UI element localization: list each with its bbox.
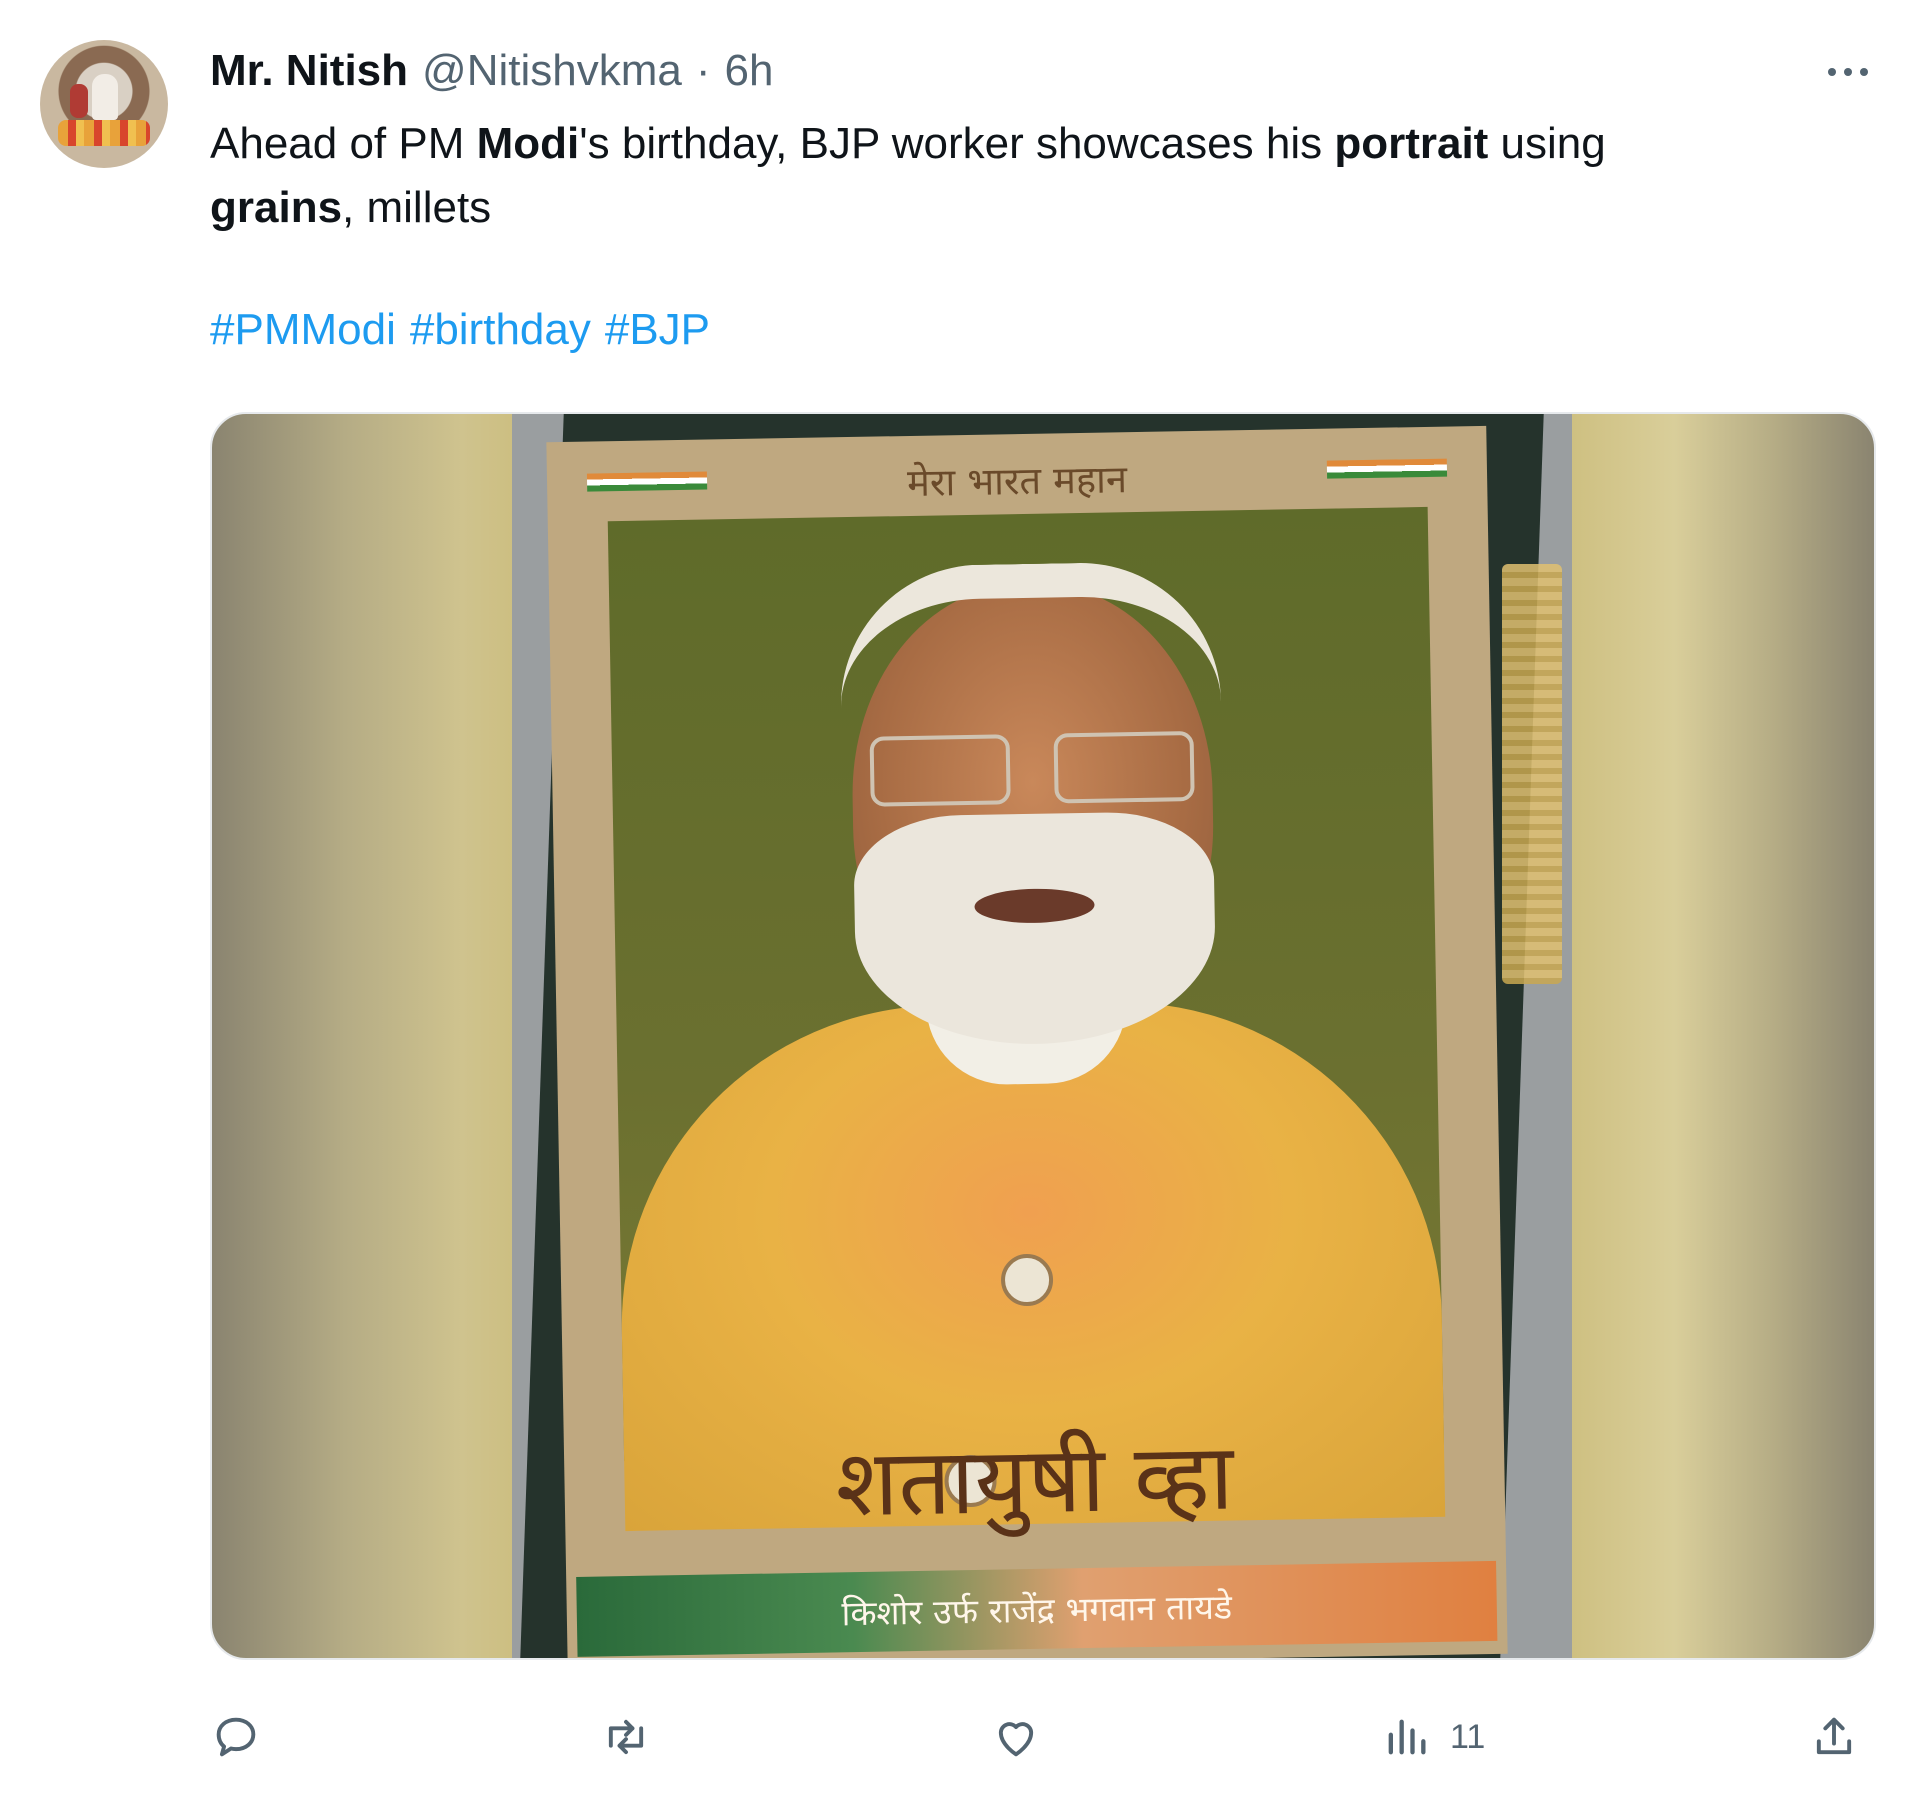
more-icon[interactable] (1822, 52, 1874, 92)
retweet-icon (608, 1719, 644, 1755)
views-button[interactable]: 11 (1380, 1702, 1485, 1772)
separator-dot: · (695, 46, 711, 95)
tweet-text-part: 's birthday, BJP worker showcases his (579, 119, 1335, 168)
hashtag-link[interactable]: #birthday (410, 305, 591, 355)
tweet-text-part: Ahead of PM (210, 119, 477, 168)
tweet-text: Ahead of PM Modi's birthday, BJP worker … (210, 112, 1850, 240)
portrait-glasses (869, 731, 1195, 817)
reply-icon (216, 1717, 256, 1757)
portrait-band-text: किशोर उर्फ राजेंद्र भगवान तायडे (576, 1560, 1498, 1657)
photo-stack (1502, 564, 1562, 984)
tweet-text-bold: portrait (1334, 119, 1489, 168)
tweet-text-bold: grains (210, 183, 343, 232)
tweet-text-part: using (1488, 119, 1606, 168)
author-name[interactable]: Mr. Nitish (210, 46, 408, 96)
author-handle[interactable]: @Nitishvkma (422, 46, 682, 96)
tweet-media-image[interactable]: मेरा भारत महान शतायुषी व्हा किशोर उर्फ र… (210, 412, 1876, 1660)
tweet-actions: 11 (0, 1702, 1920, 1772)
tweet-time[interactable]: 6h (725, 46, 774, 96)
portrait-frame: मेरा भारत महान शतायुषी व्हा किशोर उर्फ र… (546, 425, 1508, 1658)
avatar-figure (92, 74, 118, 120)
portrait-top-text: मेरा भारत महान (906, 457, 1128, 506)
hashtags: #PMModi #birthday #BJP (210, 305, 710, 355)
hashtag-link[interactable]: #PMModi (210, 305, 396, 355)
views-count: 11 (1450, 1717, 1486, 1756)
views-icon (1388, 1719, 1426, 1755)
share-icon (1816, 1717, 1852, 1755)
share-button[interactable] (1808, 1702, 1860, 1772)
avatar-flowers (58, 120, 150, 146)
more-dot (1844, 68, 1852, 76)
more-dot (1860, 68, 1868, 76)
tweet-text-part: , millets (342, 183, 492, 232)
heart-icon (998, 1722, 1034, 1757)
like-button[interactable] (990, 1702, 1042, 1772)
avatar-figure (70, 84, 88, 118)
portrait-title-text: शतायुषी व्हा (834, 1423, 1235, 1538)
tweet-text-bold: Modi (476, 119, 580, 168)
reply-button[interactable] (210, 1702, 262, 1772)
retweet-button[interactable] (600, 1702, 652, 1772)
author-avatar[interactable] (40, 40, 168, 168)
more-dot (1828, 68, 1836, 76)
tweet-header: Mr. Nitish @Nitishvkma · 6h (210, 46, 773, 96)
hashtag-link[interactable]: #BJP (605, 305, 710, 355)
